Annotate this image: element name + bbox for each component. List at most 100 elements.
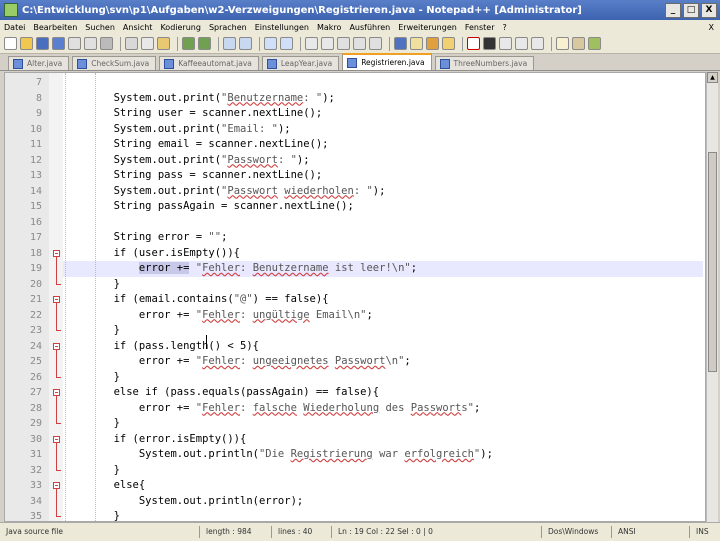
menu-language[interactable]: Sprachen [205, 23, 251, 32]
scrollbar-thumb[interactable] [708, 152, 717, 372]
code-text[interactable]: } [63, 277, 120, 293]
zoom-in-icon[interactable] [264, 37, 277, 50]
cut-icon[interactable] [125, 37, 138, 50]
code-line[interactable]: 31 System.out.println("Die Registrierung… [5, 447, 705, 463]
wrap-icon[interactable] [337, 37, 350, 50]
menu-file[interactable]: Datei [0, 23, 29, 32]
code-line[interactable]: 9 String user = scanner.nextLine(); [5, 106, 705, 122]
maximize-button[interactable]: □ [683, 2, 699, 18]
spellcheck-icon[interactable] [556, 37, 569, 50]
menu-help[interactable]: ? [498, 23, 510, 32]
new-icon[interactable] [4, 37, 17, 50]
code-line[interactable]: 23 } [5, 323, 705, 339]
code-line[interactable]: 8 System.out.print("Benutzername: "); [5, 91, 705, 107]
tools-icon[interactable] [572, 37, 585, 50]
code-text[interactable]: else if (pass.equals(passAgain) == false… [63, 385, 380, 401]
fold-toggle-icon[interactable] [53, 389, 60, 396]
code-line[interactable]: 12 System.out.print("Passwort: "); [5, 153, 705, 169]
fold-toggle-icon[interactable] [53, 296, 60, 303]
menu-macro[interactable]: Makro [313, 23, 345, 32]
code-text[interactable]: } [63, 463, 120, 479]
paste-icon[interactable] [157, 37, 170, 50]
all-chars-icon[interactable] [353, 37, 366, 50]
code-text[interactable]: System.out.print("Email: "); [63, 122, 291, 138]
code-text[interactable]: System.out.print("Passwort wiederholen: … [63, 184, 386, 200]
code-line[interactable]: 33 else{ [5, 478, 705, 494]
code-text[interactable]: } [63, 370, 120, 386]
tab-threenumbers[interactable]: ThreeNumbers.java [434, 56, 535, 70]
code-line[interactable]: 13 String pass = scanner.nextLine(); [5, 168, 705, 184]
code-line[interactable]: 11 String email = scanner.nextLine(); [5, 137, 705, 153]
scroll-up-arrow[interactable]: ▲ [707, 72, 718, 83]
menu-view[interactable]: Ansicht [119, 23, 157, 32]
menu-encoding[interactable]: Kodierung [156, 23, 204, 32]
code-text[interactable]: } [63, 509, 120, 521]
menu-run[interactable]: Ausführen [345, 23, 394, 32]
menu-search[interactable]: Suchen [81, 23, 119, 32]
code-text[interactable]: System.out.print("Passwort: "); [63, 153, 310, 169]
code-text[interactable]: } [63, 323, 120, 339]
code-editor[interactable]: 7 8 System.out.print("Benutzername: "); 9 … [4, 72, 706, 522]
code-text[interactable]: String passAgain = scanner.nextLine(); [63, 199, 354, 215]
menu-window[interactable]: Fenster [461, 23, 499, 32]
menu-edit[interactable]: Bearbeiten [29, 23, 81, 32]
tab-registrieren[interactable]: Registrieren.java [342, 53, 432, 70]
code-text[interactable]: } [63, 416, 120, 432]
code-text[interactable]: System.out.println(error); [63, 494, 303, 510]
save-macro-icon[interactable] [531, 37, 544, 50]
play-multiple-icon[interactable] [515, 37, 528, 50]
code-text[interactable]: String pass = scanner.nextLine(); [63, 168, 323, 184]
code-line[interactable]: 10 System.out.print("Email: "); [5, 122, 705, 138]
tab-alter[interactable]: Alter.java [8, 56, 70, 70]
copy-icon[interactable] [141, 37, 154, 50]
code-line[interactable]: 30 if (error.isEmpty()){ [5, 432, 705, 448]
code-text[interactable]: if (error.isEmpty()){ [63, 432, 247, 448]
code-line[interactable]: 34 System.out.println(error); [5, 494, 705, 510]
code-line[interactable]: 29 } [5, 416, 705, 432]
print-icon[interactable] [100, 37, 113, 50]
code-text[interactable]: error += "Fehler: ungeeignetes Passwort\… [63, 354, 411, 370]
stop-icon[interactable] [483, 37, 496, 50]
indent-guide-icon[interactable] [369, 37, 382, 50]
play-icon[interactable] [499, 37, 512, 50]
undo-icon[interactable] [182, 37, 195, 50]
doc-map-icon[interactable] [410, 37, 423, 50]
code-line[interactable]: 27 else if (pass.equals(passAgain) == fa… [5, 385, 705, 401]
sync-v-icon[interactable] [305, 37, 318, 50]
code-line[interactable]: 35 } [5, 509, 705, 521]
plugin-icon[interactable] [588, 37, 601, 50]
minimize-button[interactable]: _ [665, 2, 681, 18]
code-text[interactable]: error += "Fehler: ungültige Email\n"; [63, 308, 373, 324]
tab-checksum[interactable]: CheckSum.java [72, 56, 157, 70]
code-line[interactable]: 28 error += "Fehler: falsche Wiederholun… [5, 401, 705, 417]
code-line[interactable]: 20 } [5, 277, 705, 293]
close-document-button[interactable]: X [709, 23, 714, 32]
code-line[interactable]: 17 String error = ""; [5, 230, 705, 246]
code-text[interactable]: error += "Fehler: falsche Wiederholung d… [63, 401, 480, 417]
save-all-icon[interactable] [52, 37, 65, 50]
code-text[interactable]: String email = scanner.nextLine(); [63, 137, 329, 153]
close-all-icon[interactable] [84, 37, 97, 50]
code-line[interactable]: 15 String passAgain = scanner.nextLine()… [5, 199, 705, 215]
code-line[interactable]: 21 if (email.contains("@") == false){ [5, 292, 705, 308]
code-text[interactable]: if (pass.length() < 5){ [63, 339, 259, 355]
code-text[interactable]: if (user.isEmpty()){ [63, 246, 240, 262]
fold-toggle-icon[interactable] [53, 435, 60, 443]
code-text[interactable]: System.out.print("Benutzername: "); [63, 91, 335, 107]
sync-h-icon[interactable] [321, 37, 334, 50]
code-line[interactable]: 7 [5, 75, 705, 91]
find-icon[interactable] [223, 37, 236, 50]
fold-toggle-icon[interactable] [53, 482, 60, 489]
replace-icon[interactable] [239, 37, 252, 50]
udl-icon[interactable] [394, 37, 407, 50]
code-line[interactable]: 26 } [5, 370, 705, 386]
redo-icon[interactable] [198, 37, 211, 50]
menu-settings[interactable]: Einstellungen [251, 23, 313, 32]
code-line[interactable]: 24 if (pass.length() < 5){ [5, 339, 705, 355]
save-icon[interactable] [36, 37, 49, 50]
fold-toggle-icon[interactable] [53, 342, 60, 350]
code-text[interactable]: error += "Fehler: Benutzername ist leer!… [63, 261, 703, 277]
vertical-scrollbar[interactable]: ▲ [706, 72, 718, 522]
code-line[interactable]: 19 error += "Fehler: Benutzername ist le… [5, 261, 705, 277]
code-line[interactable]: 18 if (user.isEmpty()){ [5, 246, 705, 262]
